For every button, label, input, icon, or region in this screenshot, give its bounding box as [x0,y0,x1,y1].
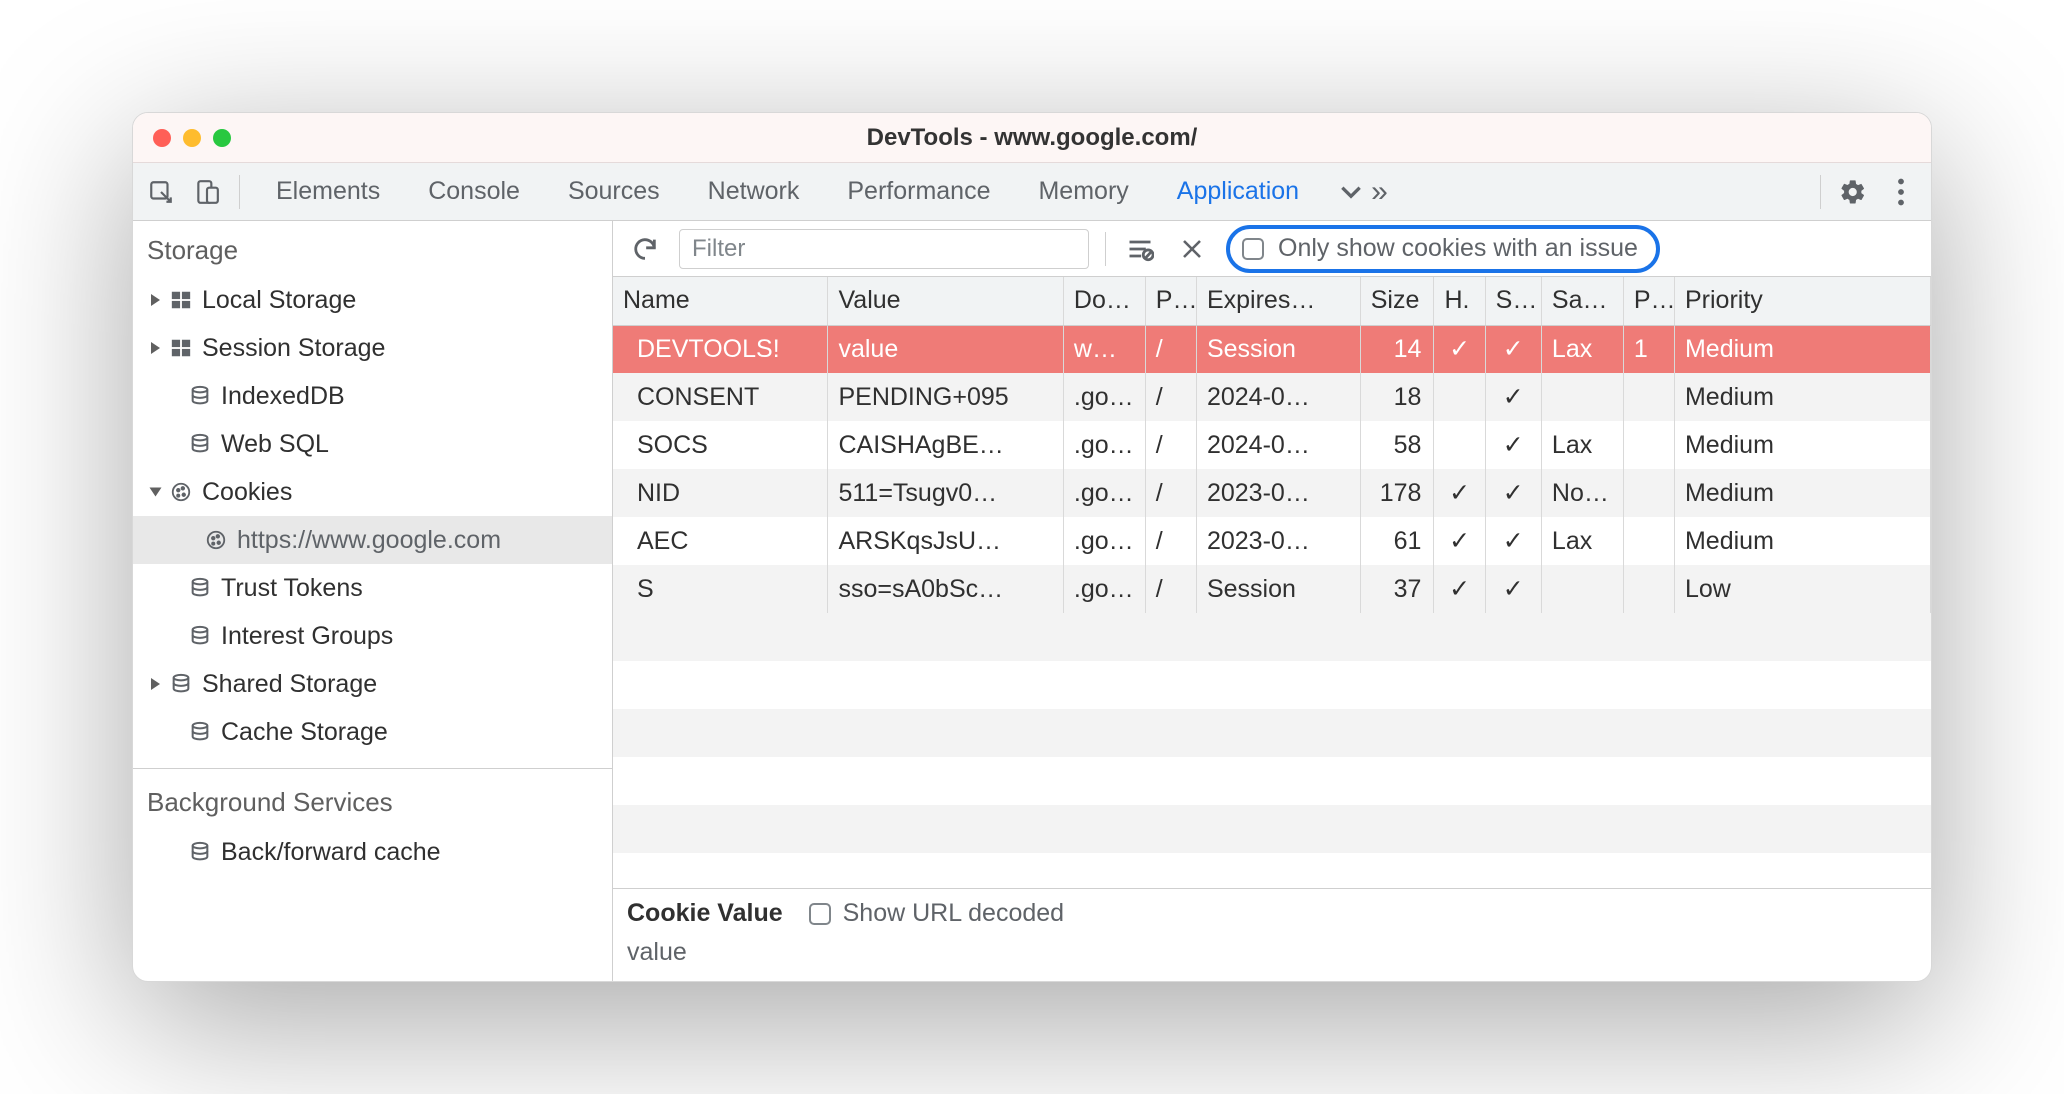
titlebar: DevTools - www.google.com/ [133,113,1931,163]
show-url-decoded-label: Show URL decoded [843,899,1064,928]
column-header[interactable]: Size [1360,277,1434,325]
sidebar-item-session-storage[interactable]: Session Storage [133,324,612,372]
devtools-tabbar: ElementsConsoleSourcesNetworkPerformance… [133,163,1931,221]
inspect-element-icon[interactable] [141,172,181,212]
divider [133,768,612,769]
cookie-icon [168,479,194,505]
storage-heading: Storage [133,221,612,276]
show-url-decoded-checkbox[interactable] [809,903,831,925]
database-icon [187,623,213,649]
column-header[interactable]: Sa… [1541,277,1623,325]
minimize-window-button[interactable] [183,129,201,147]
column-header[interactable]: P… [1623,277,1674,325]
sidebar-item-trust-tokens[interactable]: Trust Tokens [133,564,612,612]
database-icon [187,719,213,745]
cookies-panel: Only show cookies with an issue NameValu… [613,221,1931,981]
separator [1820,175,1821,209]
settings-icon[interactable] [1831,170,1875,214]
cookie-detail-panel: Cookie Value Show URL decoded value [613,889,1931,981]
more-menu-icon[interactable] [1879,170,1923,214]
database-icon [187,575,213,601]
column-header[interactable]: H. [1434,277,1485,325]
table-row[interactable]: NID511=Tsugv0….go…/2023-0…178✓✓No…Medium [613,469,1931,517]
background-services-heading: Background Services [133,773,612,828]
table-row[interactable]: Ssso=sA0bSc….go…/Session37✓✓Low [613,565,1931,613]
refresh-button[interactable] [627,231,663,267]
database-icon [187,839,213,865]
application-sidebar: Storage Local Storage Session Storage [133,221,613,981]
sidebar-item-cookies[interactable]: Cookies [133,468,612,516]
column-header[interactable]: Name [613,277,828,325]
cookies-toolbar: Only show cookies with an issue [613,221,1931,277]
separator [239,175,240,209]
sidebar-item-local-storage[interactable]: Local Storage [133,276,612,324]
database-icon [168,671,194,697]
sidebar-item-indexeddb[interactable]: IndexedDB [133,372,612,420]
column-header[interactable]: Do… [1063,277,1145,325]
devtools-window: DevTools - www.google.com/ ElementsConso… [132,112,1932,982]
database-icon [187,383,213,409]
tab-sources[interactable]: Sources [544,164,684,220]
sidebar-item-cache-storage[interactable]: Cache Storage [133,708,612,756]
clear-all-icon[interactable] [1122,231,1158,267]
tab-elements[interactable]: Elements [252,164,404,220]
column-header[interactable]: Expires… [1196,277,1360,325]
cookie-icon [203,527,229,553]
tab-application[interactable]: Application [1153,164,1323,220]
storage-grid-icon [168,287,194,313]
tab-memory[interactable]: Memory [1014,164,1152,220]
database-icon [187,431,213,457]
table-row[interactable]: DEVTOOLS!valueww…/Session14✓✓Lax1Medium [613,325,1931,373]
tabs-overflow-button[interactable] [1329,170,1373,214]
cookies-table[interactable]: NameValueDo…P…Expires…SizeH.S…Sa…P…Prior… [613,277,1931,613]
cookie-value-label: Cookie Value [627,899,783,928]
table-row[interactable]: AECARSKqsJsU….go…/2023-0…61✓✓LaxMedium [613,517,1931,565]
sidebar-item-cookie-origin[interactable]: https://www.google.com [133,516,612,564]
sidebar-item-bf-cache[interactable]: Back/forward cache [133,828,612,876]
only-issues-checkbox[interactable] [1242,238,1264,260]
close-window-button[interactable] [153,129,171,147]
sidebar-item-shared-storage[interactable]: Shared Storage [133,660,612,708]
storage-grid-icon [168,335,194,361]
tab-performance[interactable]: Performance [823,164,1014,220]
column-header[interactable]: Value [828,277,1063,325]
column-header[interactable]: P… [1145,277,1196,325]
separator [1105,232,1106,266]
zoom-window-button[interactable] [213,129,231,147]
only-issues-label: Only show cookies with an issue [1278,234,1638,263]
device-toolbar-icon[interactable] [187,172,227,212]
table-row[interactable]: SOCSCAISHAgBE….go…/2024-0…58✓LaxMedium [613,421,1931,469]
tab-network[interactable]: Network [684,164,824,220]
filter-input[interactable] [679,229,1089,269]
column-header[interactable]: Priority [1674,277,1930,325]
column-header[interactable]: S… [1485,277,1541,325]
sidebar-item-web-sql[interactable]: Web SQL [133,420,612,468]
cookie-value-display: value [627,938,1917,967]
delete-cookie-icon[interactable] [1174,231,1210,267]
window-title: DevTools - www.google.com/ [133,124,1931,152]
only-issues-highlight: Only show cookies with an issue [1226,225,1660,273]
table-row[interactable]: CONSENTPENDING+095.go…/2024-0…18✓Medium [613,373,1931,421]
sidebar-item-interest-groups[interactable]: Interest Groups [133,612,612,660]
tab-console[interactable]: Console [404,164,544,220]
traffic-lights [133,129,231,147]
